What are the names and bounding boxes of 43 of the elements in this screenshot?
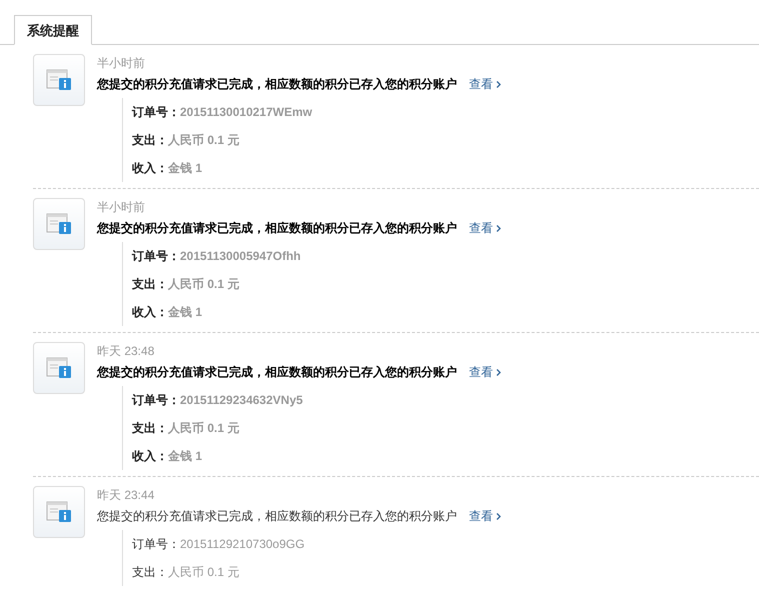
notice-time: 半小时前 bbox=[97, 199, 146, 216]
detail-label: 订单号： bbox=[132, 104, 180, 121]
detail-value: 20151129210730o9GG bbox=[180, 536, 305, 553]
notice-icon bbox=[33, 342, 85, 394]
chevron-icon bbox=[496, 368, 501, 376]
detail-label: 支出： bbox=[132, 564, 168, 581]
view-link[interactable]: 查看 bbox=[469, 73, 501, 95]
notice-message: 您提交的积分充值请求已完成，相应数额的积分已存入您的积分账户 bbox=[97, 76, 457, 93]
detail-value: 人民币 0.1 元 bbox=[168, 132, 240, 149]
notice-icon bbox=[33, 486, 85, 538]
notice-message: 您提交的积分充值请求已完成，相应数额的积分已存入您的积分账户 bbox=[97, 220, 457, 237]
detail-value: 人民币 0.1 元 bbox=[168, 276, 240, 293]
detail-value: 人民币 0.1 元 bbox=[168, 420, 240, 437]
detail-value: 金钱 1 bbox=[168, 448, 202, 465]
detail-label: 支出： bbox=[132, 420, 168, 437]
detail-label: 收入： bbox=[132, 448, 168, 465]
chevron-icon bbox=[496, 512, 501, 520]
notice-time: 昨天 23:44 bbox=[97, 487, 156, 504]
detail-value: 金钱 1 bbox=[168, 304, 202, 321]
view-link[interactable]: 查看 bbox=[469, 217, 501, 239]
detail-label: 订单号： bbox=[132, 392, 180, 409]
chevron-icon bbox=[496, 80, 501, 88]
notice-icon bbox=[33, 54, 85, 106]
notice-icon bbox=[33, 198, 85, 250]
notice-time: 半小时前 bbox=[97, 55, 146, 72]
tab[interactable]: 系统提醒 bbox=[14, 15, 92, 45]
detail-label: 收入： bbox=[132, 160, 168, 177]
detail-value: 金钱 1 bbox=[168, 160, 202, 177]
detail-label: 收入： bbox=[132, 304, 168, 321]
detail-value: 人民币 0.1 元 bbox=[168, 564, 240, 581]
detail-label: 支出： bbox=[132, 132, 168, 149]
notice-message: 您提交的积分充值请求已完成，相应数额的积分已存入您的积分账户 bbox=[97, 364, 457, 381]
notice-time: 昨天 23:48 bbox=[97, 343, 156, 360]
detail-value: 20151130005947Ofhh bbox=[180, 248, 301, 265]
notice-message: 您提交的积分充值请求已完成，相应数额的积分已存入您的积分账户 bbox=[97, 508, 457, 525]
view-link[interactable]: 查看 bbox=[469, 361, 501, 383]
detail-label: 支出： bbox=[132, 276, 168, 293]
detail-value: 20151130010217WEmw bbox=[180, 104, 312, 121]
detail-label: 订单号： bbox=[132, 248, 180, 265]
detail-label: 订单号： bbox=[132, 536, 180, 553]
view-link[interactable]: 查看 bbox=[469, 505, 501, 527]
chevron-icon bbox=[496, 224, 501, 232]
detail-value: 20151129234632VNy5 bbox=[180, 392, 303, 409]
